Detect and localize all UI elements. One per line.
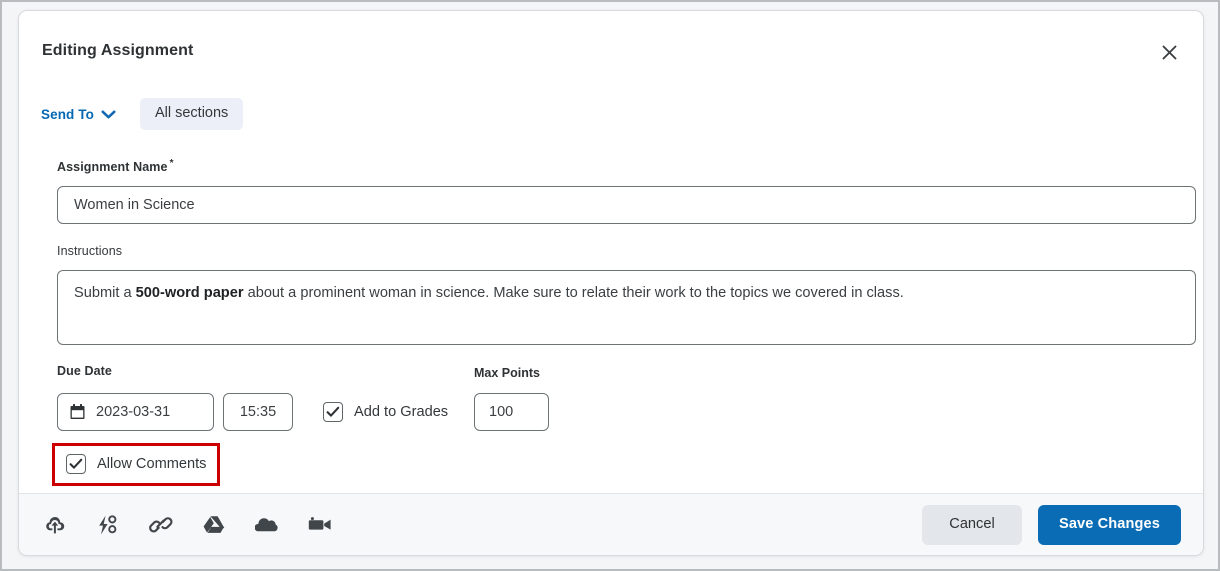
due-date-row: 2023-03-31 15:35 Add to Grades bbox=[57, 393, 448, 431]
close-icon bbox=[1160, 43, 1179, 62]
instructions-textarea[interactable]: Submit a 500-word paper about a prominen… bbox=[57, 270, 1196, 345]
assignment-name-label: Assignment Name * bbox=[57, 158, 174, 174]
checkmark-icon bbox=[326, 406, 340, 417]
cancel-button[interactable]: Cancel bbox=[922, 504, 1022, 545]
all-sections-chip[interactable]: All sections bbox=[139, 98, 244, 130]
save-changes-button[interactable]: Save Changes bbox=[1038, 504, 1181, 545]
google-drive-icon[interactable] bbox=[200, 512, 228, 538]
due-time-input[interactable]: 15:35 bbox=[223, 393, 293, 431]
required-asterisk: * bbox=[169, 158, 174, 169]
max-points-block: Max Points bbox=[474, 366, 549, 431]
modal-footer: Cancel Save Changes bbox=[19, 493, 1203, 555]
due-date-value: 2023-03-31 bbox=[96, 404, 171, 420]
instructions-text-before: Submit a bbox=[74, 285, 136, 301]
due-date-label: Due Date bbox=[57, 364, 112, 378]
instructions-text-bold: 500-word paper bbox=[135, 285, 244, 301]
send-to-row: Send To All sections bbox=[41, 97, 244, 131]
assignment-name-input[interactable] bbox=[57, 186, 1196, 224]
max-points-label: Max Points bbox=[474, 366, 540, 380]
video-camera-icon[interactable] bbox=[306, 512, 334, 538]
attachment-icons-group bbox=[41, 512, 334, 538]
link-chain-icon[interactable] bbox=[147, 512, 175, 538]
due-date-input[interactable]: 2023-03-31 bbox=[57, 393, 214, 431]
calendar-icon bbox=[70, 404, 85, 420]
onedrive-cloud-icon[interactable] bbox=[253, 512, 281, 538]
checkbox-box bbox=[323, 402, 343, 422]
chevron-down-icon[interactable] bbox=[101, 109, 116, 120]
editing-assignment-modal: Editing Assignment Send To All sections … bbox=[18, 10, 1204, 556]
upload-cloud-icon[interactable] bbox=[41, 512, 69, 538]
allow-comments-label: Allow Comments bbox=[97, 456, 207, 472]
modal-title: Editing Assignment bbox=[42, 42, 194, 59]
close-button[interactable] bbox=[1155, 38, 1183, 66]
send-to-link[interactable]: Send To bbox=[41, 107, 94, 122]
checkmark-icon bbox=[69, 458, 83, 469]
max-points-input[interactable] bbox=[474, 393, 549, 431]
checkbox-box bbox=[66, 454, 86, 474]
browser-viewport: Editing Assignment Send To All sections … bbox=[0, 0, 1220, 571]
allow-comments-checkbox[interactable]: Allow Comments bbox=[52, 443, 221, 486]
add-to-grades-label: Add to Grades bbox=[354, 404, 449, 420]
assignment-name-label-text: Assignment Name bbox=[57, 160, 168, 175]
instructions-label: Instructions bbox=[57, 244, 123, 258]
footer-buttons: Cancel Save Changes bbox=[922, 504, 1181, 545]
lightning-bolt-icon[interactable] bbox=[94, 512, 122, 538]
instructions-text-after: about a prominent woman in science. Make… bbox=[243, 285, 904, 301]
add-to-grades-checkbox[interactable]: Add to Grades bbox=[323, 402, 448, 422]
due-time-value: 15:35 bbox=[239, 404, 277, 420]
